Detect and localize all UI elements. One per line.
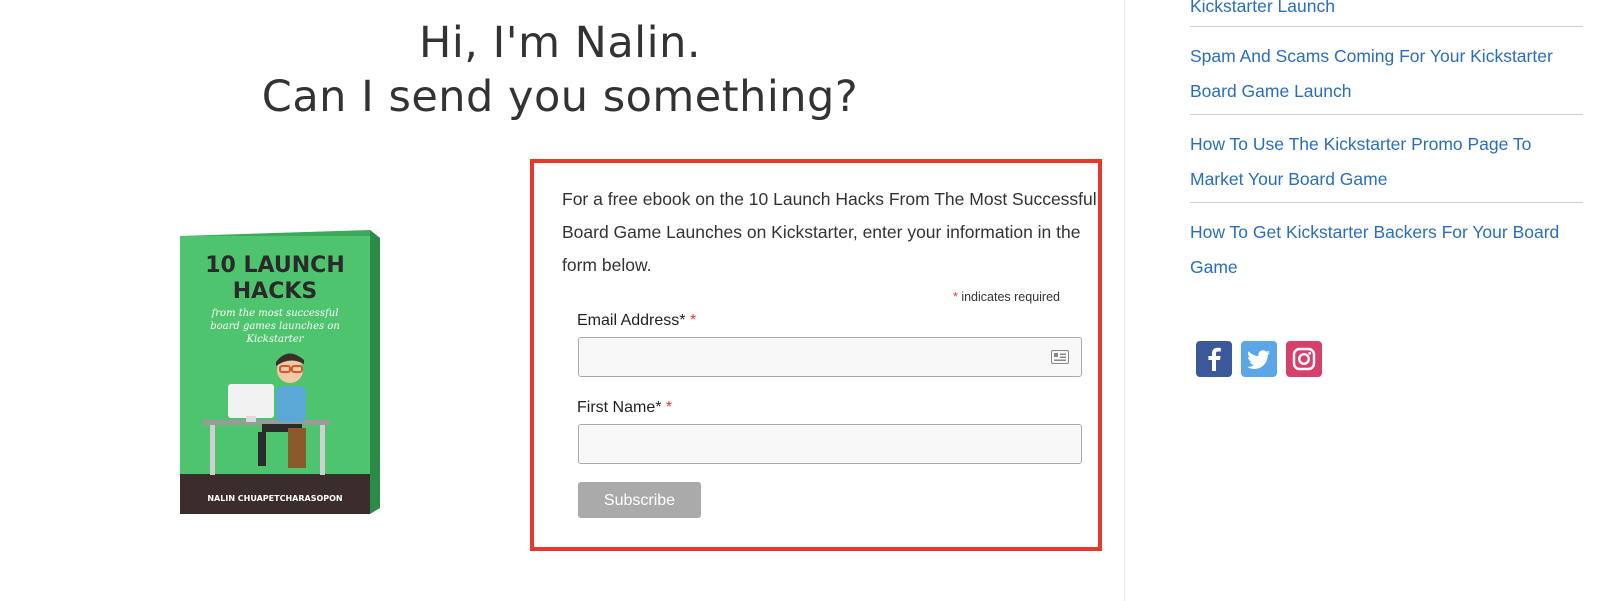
sidebar-link-backers[interactable]: How To Get Kickstarter Backers For Your … <box>1190 215 1583 250</box>
email-required-asterisk: * <box>689 312 697 329</box>
email-label-text: Email Address* <box>577 312 686 329</box>
form-intro-text: For a free ebook on the 10 Launch Hacks … <box>562 189 1097 275</box>
email-label: Email Address* * <box>577 312 696 330</box>
sidebar-link-spam-scams[interactable]: Spam And Scams Coming For Your Kickstart… <box>1190 39 1583 74</box>
headline-offer: Can I send you something? <box>261 72 859 122</box>
email-field[interactable] <box>578 337 1082 377</box>
sidebar-separator <box>1190 202 1583 203</box>
sidebar-separator <box>1190 26 1583 27</box>
sidebar-link-spam-scams-line2[interactable]: Board Game Launch <box>1190 74 1583 109</box>
first-name-label: First Name* * <box>577 399 672 417</box>
ebook-cover-image: 10 LAUNCH HACKS from the most successful… <box>180 230 380 514</box>
first-name-required-asterisk: * <box>665 399 673 416</box>
sidebar-link-promo-page[interactable]: How To Use The Kickstarter Promo Page To <box>1190 127 1583 162</box>
book-title-line2: HACKS <box>233 279 317 304</box>
book-subtitle-line1: from the most successful <box>211 308 339 319</box>
sidebar-link-kickstarter-launch[interactable]: Kickstarter Launch <box>1190 0 1583 24</box>
sidebar-link-backers-line2[interactable]: Game <box>1190 250 1583 285</box>
required-note: * indicates required <box>953 290 1060 304</box>
book-title-line1: 10 LAUNCH <box>205 253 344 278</box>
sidebar-separator <box>1190 114 1583 115</box>
twitter-icon[interactable] <box>1241 341 1277 377</box>
subscribe-button[interactable]: Subscribe <box>578 482 701 518</box>
required-note-text: indicates required <box>957 290 1060 304</box>
first-name-field[interactable] <box>578 424 1082 464</box>
headline-greeting: Hi, I'm Nalin. <box>418 18 701 68</box>
first-name-label-text: First Name* <box>577 399 662 416</box>
sidebar-divider <box>1124 0 1125 601</box>
book-subtitle-line2: board games launches on <box>210 321 340 332</box>
newsletter-signup-form: For a free ebook on the 10 Launch Hacks … <box>530 159 1102 551</box>
contact-card-icon <box>1051 350 1069 364</box>
instagram-icon[interactable] <box>1286 341 1322 377</box>
facebook-icon[interactable] <box>1196 341 1232 377</box>
book-author: NALIN CHUAPETCHARASOPON <box>207 494 342 503</box>
book-subtitle-line3: Kickstarter <box>246 334 305 345</box>
sidebar-link-promo-page-line2[interactable]: Market Your Board Game <box>1190 162 1583 197</box>
